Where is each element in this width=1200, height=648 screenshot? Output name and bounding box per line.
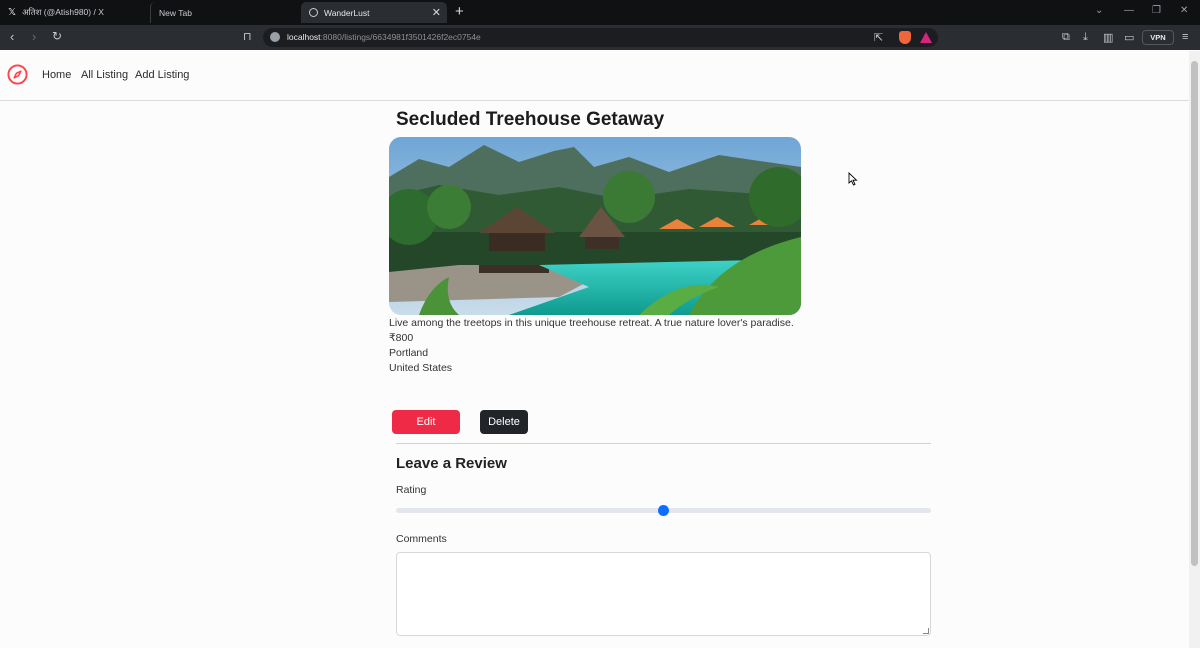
nav-link-home[interactable]: Home [42, 69, 71, 81]
scrollbar-thumb[interactable] [1191, 61, 1198, 566]
page-content: Home All Listing Add Listing Secluded Tr… [0, 51, 1189, 648]
rating-slider-thumb[interactable] [658, 505, 669, 516]
extensions-icon[interactable]: ⧉ [1062, 31, 1070, 44]
site-navbar: Home All Listing Add Listing [0, 51, 1189, 101]
reload-icon[interactable]: ↻ [52, 29, 62, 43]
tab-search-icon[interactable]: ⌄ [1095, 5, 1103, 16]
review-heading: Leave a Review [396, 455, 507, 472]
restore-icon[interactable]: ❐ [1152, 5, 1161, 16]
browser-tab[interactable]: New Tab [150, 2, 300, 23]
edit-button[interactable]: Edit [392, 410, 460, 434]
resize-handle-icon[interactable] [923, 628, 929, 634]
comments-label: Comments [396, 533, 447, 545]
listing-title: Secluded Treehouse Getaway [396, 109, 665, 130]
sidebar-icon[interactable]: ▥ [1103, 31, 1113, 44]
nav-link-all-listing[interactable]: All Listing [81, 69, 128, 81]
browser-tab-bar: 𝕏 अतिश (@Atish980) / X New Tab WanderLus… [0, 0, 1200, 25]
listing-price: ₹800 [389, 332, 414, 344]
brave-shields-icon[interactable] [899, 31, 911, 44]
vpn-button[interactable]: VPN [1142, 30, 1174, 45]
tab-label: अतिश (@Atish980) / X [22, 7, 104, 17]
tab-label: New Tab [159, 7, 192, 18]
comments-textarea[interactable] [396, 552, 931, 636]
address-bar[interactable]: localhost:8080/listings/6634981f3501426f… [263, 28, 938, 47]
delete-button[interactable]: Delete [480, 410, 528, 434]
compass-icon[interactable] [7, 64, 28, 85]
minimize-icon[interactable]: — [1124, 5, 1134, 16]
browser-tab[interactable]: 𝕏 अतिश (@Atish980) / X [0, 2, 150, 23]
url-text: localhost:8080/listings/6634981f3501426f… [287, 32, 481, 42]
rating-label: Rating [396, 484, 427, 496]
listing-image [389, 137, 801, 315]
tab-label: WanderLust [324, 7, 370, 18]
wallet-icon[interactable]: ▭ [1124, 31, 1134, 44]
browser-tab-active[interactable]: WanderLust ✕ [301, 2, 447, 23]
page-scrollbar[interactable] [1189, 51, 1200, 648]
close-tab-icon[interactable]: ✕ [432, 6, 441, 19]
back-icon[interactable]: ‹ [10, 29, 14, 44]
listing-country: United States [389, 362, 453, 374]
nav-link-add-listing[interactable]: Add Listing [135, 69, 189, 81]
mouse-cursor-icon [848, 172, 858, 186]
forward-icon[interactable]: › [32, 29, 36, 44]
globe-icon [309, 8, 318, 17]
share-icon[interactable]: ⇱ [874, 31, 883, 44]
brave-rewards-icon[interactable] [920, 32, 932, 43]
x-logo-icon: 𝕏 [8, 7, 17, 18]
close-window-icon[interactable]: ✕ [1180, 5, 1188, 16]
divider [396, 443, 931, 444]
listing-city: Portland [389, 347, 429, 359]
listing-description: Live among the treetops in this unique t… [389, 317, 794, 329]
menu-icon[interactable]: ≡ [1182, 31, 1188, 43]
new-tab-icon[interactable]: + [455, 3, 464, 20]
site-info-icon[interactable] [270, 32, 280, 42]
bookmark-icon[interactable]: ⊓ [243, 30, 252, 43]
download-icon[interactable]: ⤓ [1083, 31, 1088, 44]
